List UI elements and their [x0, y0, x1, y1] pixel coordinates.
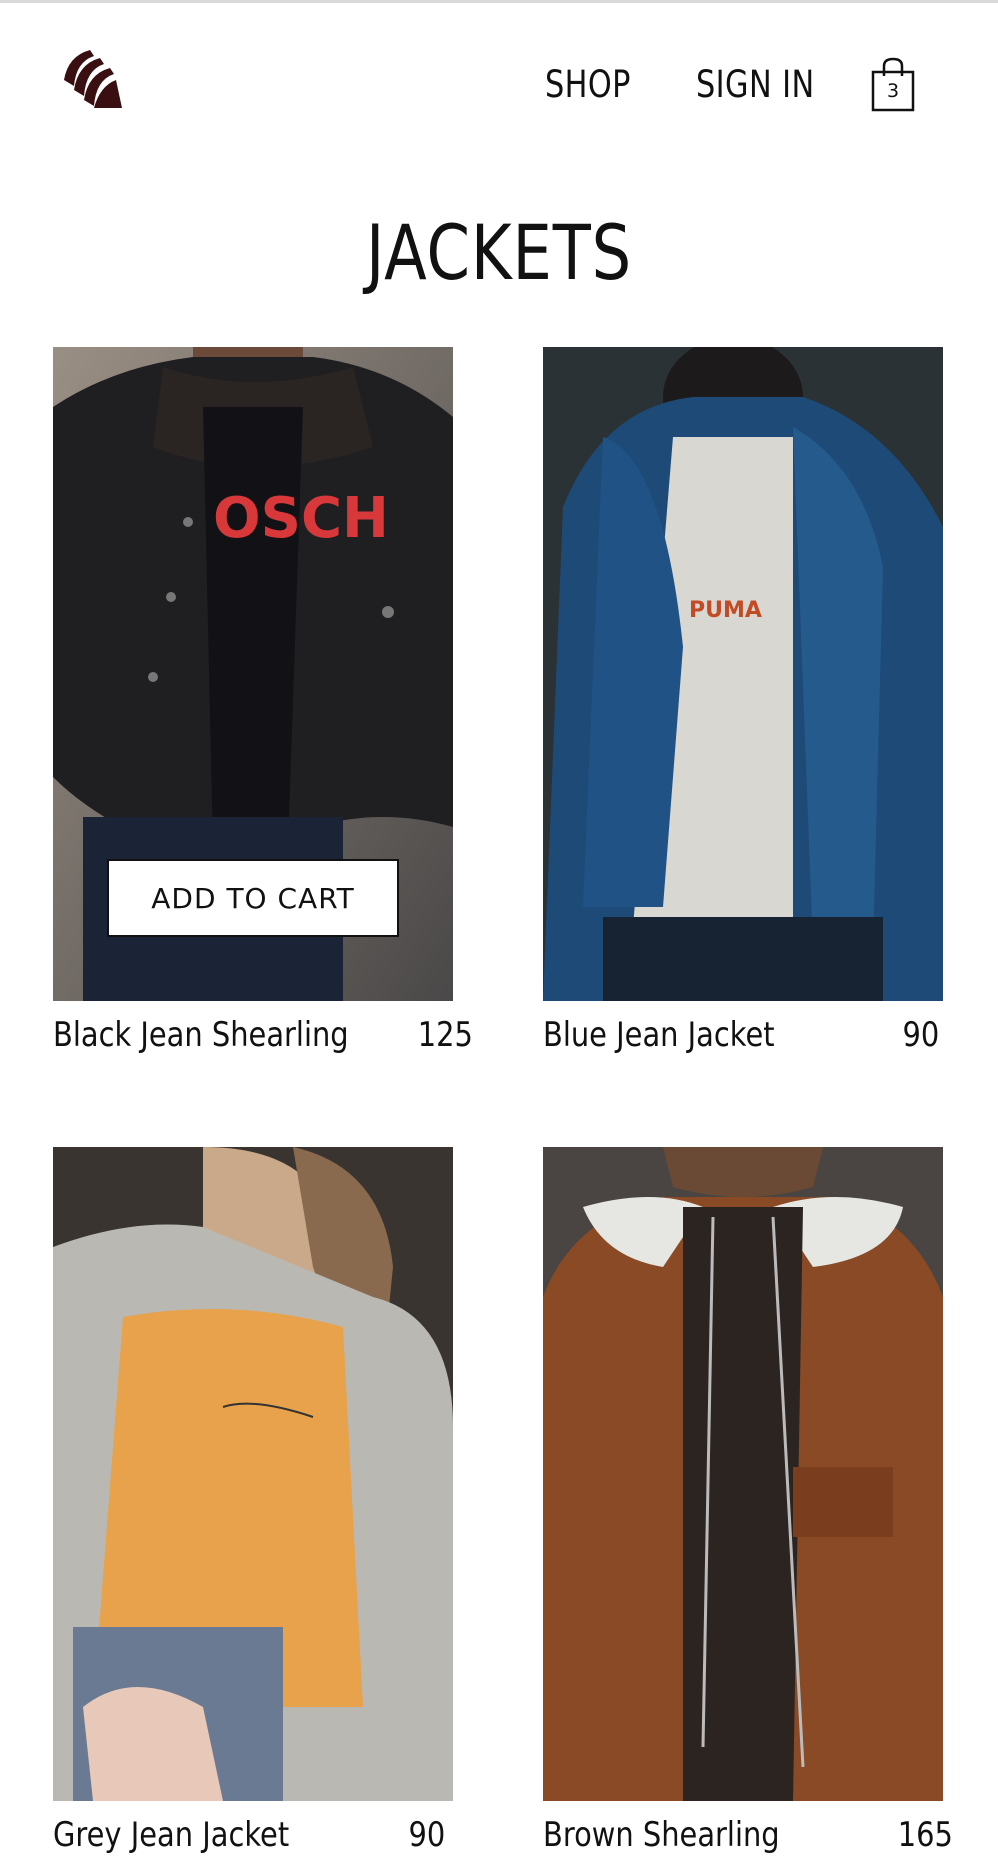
product-name[interactable]: Blue Jean Jacket	[543, 1011, 775, 1059]
product-name[interactable]: Grey Jean Jacket	[53, 1811, 289, 1859]
brand-logo[interactable]	[60, 46, 128, 114]
product-price: 90	[902, 1015, 939, 1055]
product-card[interactable]: OSCH ADD TO CART Black Jean Shearling 12…	[53, 347, 473, 1067]
product-image[interactable]: PUMA	[543, 347, 943, 1001]
nav-sign-in-link[interactable]: SIGN IN	[696, 62, 815, 108]
page-title: JACKETS	[366, 208, 632, 297]
nav-shop-link[interactable]: SHOP	[545, 62, 631, 108]
product-price: 165	[897, 1815, 953, 1855]
cart-count-badge: 3	[886, 80, 900, 102]
add-to-cart-button[interactable]: ADD TO CART	[107, 859, 399, 937]
svg-text:PUMA: PUMA	[689, 598, 762, 623]
product-image[interactable]	[53, 1147, 453, 1801]
product-image[interactable]	[543, 1147, 943, 1801]
product-name[interactable]: Brown Shearling	[543, 1811, 780, 1859]
product-card[interactable]: Brown Shearling 165	[543, 1147, 963, 1867]
cart-button[interactable]: 3	[870, 56, 916, 112]
product-name[interactable]: Black Jean Shearling	[53, 1011, 349, 1059]
product-card[interactable]: Grey Jean Jacket 90	[53, 1147, 473, 1867]
product-card[interactable]: PUMA Blue Jean Jacket 90	[543, 347, 963, 1067]
svg-text:OSCH: OSCH	[213, 486, 389, 551]
top-divider	[0, 0, 998, 3]
striped-claw-logo-icon	[64, 50, 122, 108]
product-price: 125	[417, 1015, 473, 1055]
product-price: 90	[408, 1815, 445, 1855]
